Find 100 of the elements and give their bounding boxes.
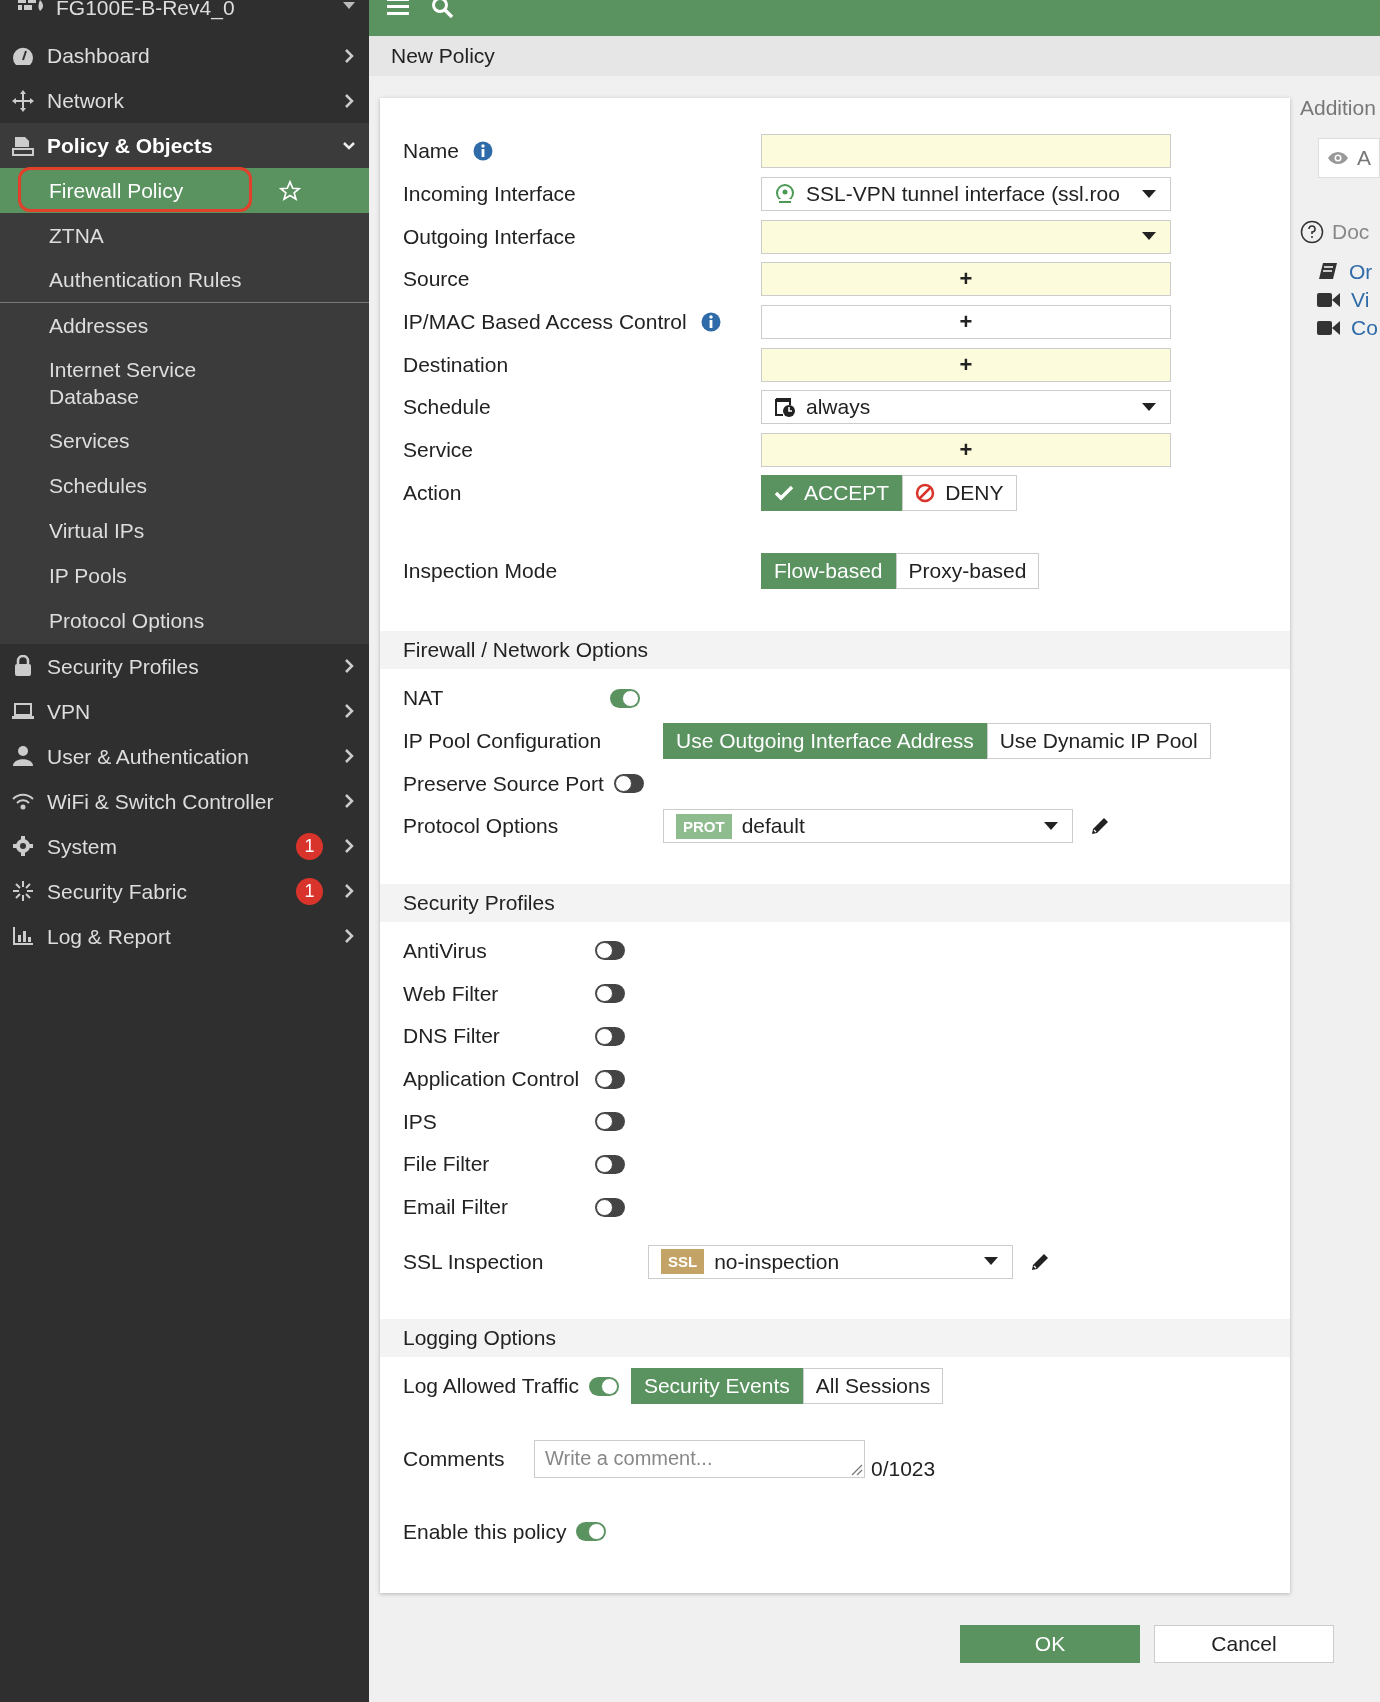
chevron-icon bbox=[343, 704, 355, 719]
doc-link[interactable]: Co bbox=[1351, 316, 1378, 340]
nav-item[interactable]: System 1 bbox=[0, 823, 369, 869]
chevron-icon bbox=[343, 839, 355, 854]
field-label: Name bbox=[403, 139, 460, 164]
add-field[interactable]: + bbox=[761, 433, 1171, 468]
dropdown-field[interactable]: always bbox=[761, 390, 1171, 425]
toggle-switch[interactable] bbox=[588, 1376, 619, 1396]
field-label: Service bbox=[403, 438, 474, 463]
nav-item[interactable]: WiFi & Switch Controller bbox=[0, 778, 369, 824]
add-field[interactable]: + bbox=[761, 262, 1171, 297]
nav-subitem[interactable]: Internet Service Database bbox=[0, 348, 369, 419]
caret-icon bbox=[1142, 189, 1156, 199]
resize-grip-icon[interactable] bbox=[851, 1464, 863, 1477]
segment-option[interactable]: All Sessions bbox=[802, 1368, 944, 1405]
search-icon[interactable] bbox=[431, 0, 455, 19]
field-label: IP Pool Configuration bbox=[403, 728, 602, 753]
nav-subitem[interactable]: IP Pools bbox=[0, 553, 369, 599]
toggle-switch[interactable] bbox=[595, 941, 625, 961]
field-label: Preserve Source Port bbox=[403, 771, 604, 796]
add-field[interactable]: + bbox=[761, 305, 1171, 340]
toggle-switch[interactable] bbox=[595, 1197, 625, 1217]
toggle-switch[interactable] bbox=[610, 688, 640, 708]
info-icon[interactable] bbox=[473, 141, 494, 162]
character-counter: 0/1023 bbox=[871, 1456, 936, 1481]
dropdown-field[interactable]: PROT default bbox=[663, 809, 1073, 844]
device-name[interactable]: FG100E-B-Rev4_0 bbox=[56, 0, 235, 20]
toggle-switch[interactable] bbox=[595, 1026, 625, 1046]
gear-icon bbox=[11, 835, 35, 858]
help-icon bbox=[1300, 220, 1324, 244]
prohibited-icon bbox=[915, 482, 936, 503]
nav-item[interactable]: Security Fabric 1 bbox=[0, 868, 369, 914]
cancel-button[interactable]: Cancel bbox=[1154, 1625, 1334, 1664]
panel-heading: Doc bbox=[1332, 220, 1370, 244]
calendar-clock-icon bbox=[774, 396, 796, 419]
toggle-switch[interactable] bbox=[595, 1112, 625, 1132]
nav-subitem[interactable]: Addresses bbox=[0, 303, 369, 348]
segment-option[interactable]: Use Outgoing Interface Address bbox=[663, 722, 987, 759]
field-label: File Filter bbox=[403, 1152, 490, 1177]
action-option[interactable]: DENY bbox=[902, 474, 1017, 511]
field-label: Log Allowed Traffic bbox=[403, 1374, 579, 1399]
nav-subitem[interactable]: Protocol Options bbox=[0, 598, 369, 644]
caret-icon bbox=[984, 1257, 998, 1267]
chevron-icon bbox=[343, 749, 355, 764]
profile-tag: PROT bbox=[676, 813, 732, 839]
user-icon bbox=[11, 745, 35, 768]
dropdown-field[interactable] bbox=[761, 219, 1171, 254]
nav-subitem[interactable]: Services bbox=[0, 418, 369, 464]
document-icon bbox=[11, 134, 35, 157]
nav-item[interactable]: Log & Report bbox=[0, 913, 369, 959]
segment-option[interactable]: Security Events bbox=[630, 1368, 803, 1405]
dropdown-field[interactable]: SSL-VPN tunnel interface (ssl.roo bbox=[761, 177, 1171, 212]
field-label: Schedule bbox=[403, 395, 491, 420]
nav-item[interactable]: Dashboard bbox=[0, 33, 369, 78]
toggle-switch[interactable] bbox=[613, 774, 644, 794]
info-icon[interactable] bbox=[700, 312, 721, 333]
toggle-switch[interactable] bbox=[595, 1069, 625, 1089]
field-label: DNS Filter bbox=[403, 1024, 500, 1049]
field-label: Outgoing Interface bbox=[403, 224, 576, 249]
nav-item[interactable]: Policy & Objects bbox=[0, 123, 369, 168]
nav-subitem[interactable]: Schedules bbox=[0, 463, 369, 509]
comment-field[interactable]: Write a comment... bbox=[534, 1440, 865, 1479]
page-title: New Policy bbox=[391, 44, 495, 68]
book-icon bbox=[1317, 262, 1339, 282]
field-label: SSL Inspection bbox=[403, 1249, 544, 1274]
field-label: Source bbox=[403, 267, 470, 292]
notification-badge: 1 bbox=[296, 832, 323, 860]
section-title: Security Profiles bbox=[403, 890, 555, 915]
section-title: Logging Options bbox=[403, 1326, 556, 1351]
toggle-switch[interactable] bbox=[595, 1154, 625, 1174]
caret-icon bbox=[1142, 232, 1156, 242]
name-field[interactable] bbox=[761, 134, 1171, 169]
toggle-switch[interactable] bbox=[595, 984, 625, 1004]
caret-icon[interactable] bbox=[343, 2, 355, 10]
field-label: IPS bbox=[403, 1109, 437, 1134]
nav-item[interactable]: User & Authentication bbox=[0, 733, 369, 779]
panel-button[interactable]: A bbox=[1318, 138, 1380, 178]
action-option[interactable]: ACCEPT bbox=[761, 474, 903, 511]
profile-tag: SSL bbox=[661, 1249, 705, 1275]
segment-option[interactable]: Proxy-based bbox=[895, 552, 1040, 589]
menu-icon[interactable] bbox=[387, 0, 409, 15]
ok-button[interactable]: OK bbox=[960, 1625, 1140, 1664]
field-label: Email Filter bbox=[403, 1195, 508, 1220]
nav-subitem[interactable]: Virtual IPs bbox=[0, 508, 369, 554]
move-arrows-icon bbox=[11, 89, 35, 112]
nav-subitem[interactable]: ZTNA bbox=[0, 213, 369, 258]
segment-option[interactable]: Use Dynamic IP Pool bbox=[986, 722, 1211, 759]
chevron-icon bbox=[343, 794, 355, 809]
nav-item[interactable]: Network bbox=[0, 78, 369, 123]
nav-item[interactable]: VPN bbox=[0, 688, 369, 734]
add-field[interactable]: + bbox=[761, 347, 1171, 382]
doc-link[interactable]: Vi bbox=[1351, 288, 1370, 312]
nav-subitem[interactable]: Firewall Policy bbox=[0, 168, 369, 213]
chevron-icon bbox=[343, 929, 355, 944]
toggle-switch[interactable] bbox=[576, 1522, 607, 1542]
nav-item[interactable]: Security Profiles bbox=[0, 643, 369, 689]
doc-link[interactable]: Or bbox=[1349, 260, 1373, 284]
segment-option[interactable]: Flow-based bbox=[761, 552, 896, 589]
dropdown-field[interactable]: SSL no-inspection bbox=[648, 1244, 1013, 1279]
star-icon[interactable] bbox=[279, 179, 301, 202]
